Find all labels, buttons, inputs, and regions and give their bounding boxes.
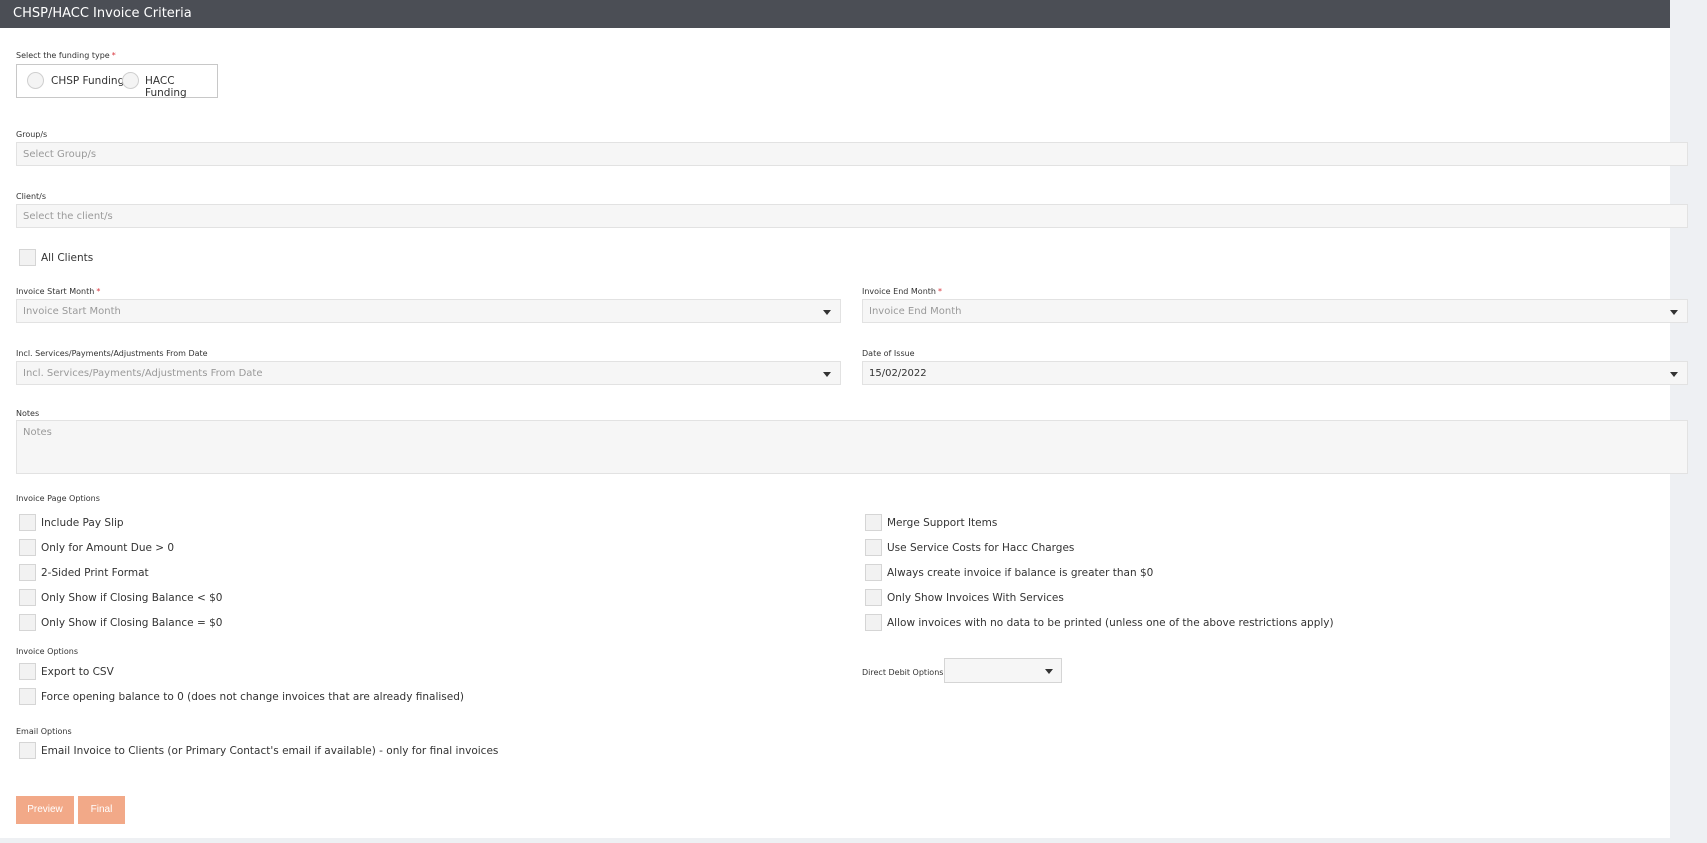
force-opening-balance-label[interactable]: Force opening balance to 0 (does not cha… <box>41 691 464 703</box>
service-costs-hacc-checkbox[interactable] <box>865 539 882 556</box>
preview-button[interactable]: Preview <box>16 796 74 824</box>
required-marker: * <box>96 287 101 296</box>
service-costs-hacc-label[interactable]: Use Service Costs for Hacc Charges <box>887 542 1074 554</box>
date-of-issue-value: 15/02/2022 <box>869 368 927 379</box>
chevron-down-icon[interactable] <box>1670 310 1678 315</box>
merge-support-items-checkbox[interactable] <box>865 514 882 531</box>
groups-select[interactable]: Select Group/s <box>16 142 1688 166</box>
include-pay-slip-label[interactable]: Include Pay Slip <box>41 517 124 529</box>
invoice-start-label-text: Invoice Start Month <box>16 287 95 296</box>
invoice-options-label: Invoice Options <box>16 647 79 656</box>
title-bar: CHSP/HACC Invoice Criteria <box>0 0 1670 28</box>
all-clients-label[interactable]: All Clients <box>41 252 93 264</box>
direct-debit-label: Direct Debit Options: <box>862 668 947 677</box>
include-pay-slip-checkbox[interactable] <box>19 514 36 531</box>
required-marker: * <box>937 287 942 296</box>
clients-label: Client/s <box>16 192 47 201</box>
required-marker: * <box>111 51 116 60</box>
chsp-funding-label[interactable]: CHSP Funding <box>51 75 124 87</box>
chevron-down-icon[interactable] <box>823 310 831 315</box>
email-invoice-label[interactable]: Email Invoice to Clients (or Primary Con… <box>41 745 498 757</box>
email-options-label: Email Options <box>16 727 72 736</box>
invoice-end-placeholder: Invoice End Month <box>869 306 962 317</box>
funding-type-group: CHSP Funding HACC Funding <box>16 64 218 99</box>
funding-type-label: Select the funding type * <box>16 51 116 60</box>
incl-from-date-placeholder: Incl. Services/Payments/Adjustments From… <box>23 368 263 379</box>
email-invoice-checkbox[interactable] <box>19 742 36 759</box>
force-opening-balance-checkbox[interactable] <box>19 688 36 705</box>
only-invoices-with-services-label[interactable]: Only Show Invoices With Services <box>887 592 1064 604</box>
date-of-issue-select[interactable]: 15/02/2022 <box>862 361 1688 385</box>
chsp-funding-radio[interactable] <box>27 72 44 89</box>
final-button[interactable]: Final <box>78 796 125 824</box>
chevron-down-icon[interactable] <box>1670 372 1678 377</box>
always-create-invoice-checkbox[interactable] <box>865 564 882 581</box>
invoice-start-label: Invoice Start Month * <box>16 287 100 296</box>
closing-balance-negative-checkbox[interactable] <box>19 589 36 606</box>
notes-label: Notes <box>16 409 40 418</box>
export-csv-checkbox[interactable] <box>19 663 36 680</box>
page-title: CHSP/HACC Invoice Criteria <box>13 6 192 21</box>
clients-select[interactable]: Select the client/s <box>16 204 1688 228</box>
invoice-end-month-select[interactable]: Invoice End Month <box>862 299 1688 323</box>
hacc-funding-radio[interactable] <box>122 72 139 89</box>
two-sided-print-checkbox[interactable] <box>19 564 36 581</box>
closing-balance-negative-label[interactable]: Only Show if Closing Balance < $0 <box>41 592 222 604</box>
page: CHSP/HACC Invoice Criteria Select the fu… <box>0 0 1688 838</box>
invoice-end-label: Invoice End Month * <box>862 287 942 296</box>
groups-placeholder: Select Group/s <box>23 149 97 160</box>
all-clients-checkbox[interactable] <box>19 249 36 266</box>
invoice-start-month-select[interactable]: Invoice Start Month <box>16 299 841 323</box>
chevron-down-icon[interactable] <box>823 372 831 377</box>
export-csv-label[interactable]: Export to CSV <box>41 666 114 678</box>
incl-from-date-select[interactable]: Incl. Services/Payments/Adjustments From… <box>16 361 841 385</box>
notes-textarea[interactable]: Notes <box>16 420 1688 474</box>
direct-debit-select[interactable] <box>944 658 1062 683</box>
invoice-end-label-text: Invoice End Month <box>862 287 936 296</box>
amount-due-checkbox[interactable] <box>19 539 36 556</box>
date-of-issue-label: Date of Issue <box>862 349 915 358</box>
incl-from-date-label: Incl. Services/Payments/Adjustments From… <box>16 349 208 358</box>
invoice-page-options-label: Invoice Page Options <box>16 494 100 503</box>
only-invoices-with-services-checkbox[interactable] <box>865 589 882 606</box>
funding-type-label-text: Select the funding type <box>16 51 110 60</box>
allow-no-data-invoices-label[interactable]: Allow invoices with no data to be printe… <box>887 617 1334 629</box>
hacc-funding-label[interactable]: HACC Funding <box>145 75 217 99</box>
amount-due-label[interactable]: Only for Amount Due > 0 <box>41 542 174 554</box>
invoice-start-placeholder: Invoice Start Month <box>23 306 121 317</box>
closing-balance-zero-label[interactable]: Only Show if Closing Balance = $0 <box>41 617 222 629</box>
groups-label: Group/s <box>16 130 48 139</box>
always-create-invoice-label[interactable]: Always create invoice if balance is grea… <box>887 567 1153 579</box>
merge-support-items-label[interactable]: Merge Support Items <box>887 517 997 529</box>
clients-placeholder: Select the client/s <box>23 211 113 222</box>
two-sided-print-label[interactable]: 2-Sided Print Format <box>41 567 149 579</box>
chevron-down-icon[interactable] <box>1045 669 1053 674</box>
closing-balance-zero-checkbox[interactable] <box>19 614 36 631</box>
allow-no-data-invoices-checkbox[interactable] <box>865 614 882 631</box>
notes-placeholder: Notes <box>23 427 52 438</box>
